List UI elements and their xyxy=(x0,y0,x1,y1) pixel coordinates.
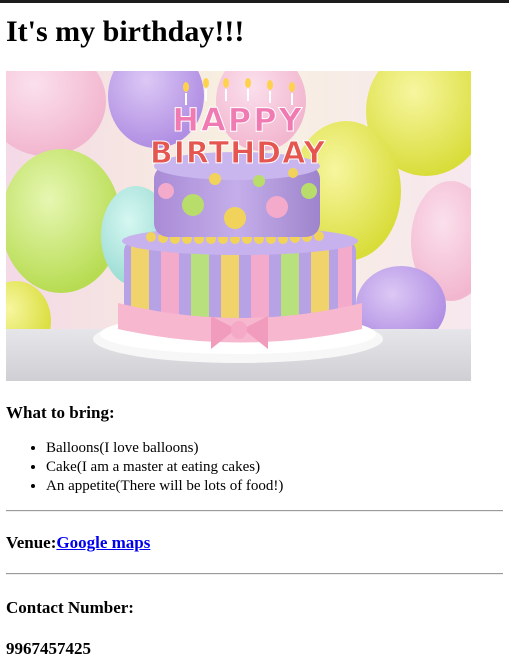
venue-line: Venue:Google maps xyxy=(6,532,503,554)
birthday-candle-text: BIRTHDAY xyxy=(150,136,327,171)
what-to-bring-heading: What to bring: xyxy=(6,403,115,422)
bring-list: Balloons(I love balloons) Cake(I am a ma… xyxy=(6,439,503,496)
birthday-cake-image: HAPPY BIRTHDAY xyxy=(6,71,471,381)
list-item: Cake(I am a master at eating cakes) xyxy=(46,458,503,477)
page-title: It's my birthday!!! xyxy=(6,15,245,48)
happy-candle-text: HAPPY xyxy=(172,101,304,139)
divider xyxy=(6,573,503,575)
contact-number-value: 9967457425 xyxy=(6,639,91,658)
page-content: It's my birthday!!! HAPPY BIRTHDAY What … xyxy=(0,14,509,660)
venue-label: Venue: xyxy=(6,533,57,552)
list-item: Balloons(I love balloons) xyxy=(46,439,503,458)
list-item: An appetite(There will be lots of food!) xyxy=(46,477,503,496)
google-maps-link[interactable]: Google maps xyxy=(56,533,150,552)
contact-number-label: Contact Number: xyxy=(6,598,134,617)
divider xyxy=(6,510,503,512)
